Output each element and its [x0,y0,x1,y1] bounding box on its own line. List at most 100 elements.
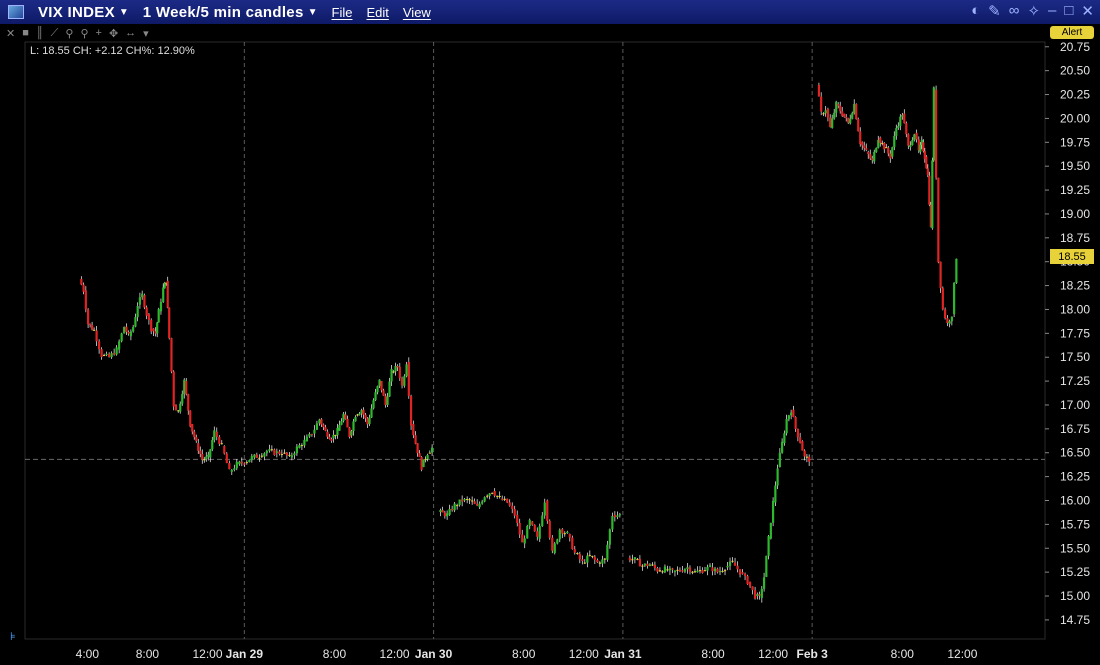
candle-body [877,140,880,148]
candle-body [939,261,942,289]
candle-body [760,588,763,598]
candle-body [743,573,747,576]
candle-body [177,410,180,412]
candle-body [608,529,611,545]
candle-body [591,555,594,557]
candle-body [778,452,781,468]
candle-body [716,568,719,573]
candle-body [145,307,148,316]
candle-body [691,571,694,573]
candle-body [843,113,846,117]
candle-body [741,572,744,574]
candle-body [228,463,231,470]
candle-body [488,493,491,497]
candle-body [847,118,850,123]
candle-body [376,386,379,393]
x-tick-label: Jan 31 [604,647,642,661]
candle-body [199,450,202,455]
candle-body [265,450,268,454]
candle-body [606,544,609,560]
candle-body [931,160,934,229]
candle-body [553,543,556,554]
candle-body [666,569,669,571]
candle-body [103,354,106,356]
candle-body [412,424,415,436]
candle-body [263,453,266,457]
candle-body [378,379,381,387]
candle-body [185,381,188,395]
candle-body [132,326,135,332]
candle-body [849,118,852,124]
price-chart[interactable]: 20.75 20.50 20.25 20.00 19.75 19.50 19.25 19.00… [0,0,1100,665]
candle-body [166,280,169,308]
candle-body [853,103,856,114]
candle-body [82,284,85,292]
candle-body [603,558,606,560]
candle-body [118,341,121,350]
candle-body [129,331,133,337]
candle-body [911,140,914,146]
candle-body [748,581,752,587]
candle-body [235,461,238,469]
candle-body [213,430,216,441]
candle-body [170,338,173,372]
scroll-handle-icon[interactable]: ⊧ [10,631,16,643]
candle-body [320,419,323,425]
candle-body [230,469,233,472]
candle-body [189,410,192,427]
candle-body [643,563,647,566]
candle-body [218,436,221,444]
candle-body [803,450,806,457]
candle-body [394,366,397,372]
plot-frame [24,41,1046,640]
candle-body [668,568,672,571]
candle-body [362,409,365,415]
candle-body [134,317,137,327]
candle-body [424,459,427,461]
candle-body [278,451,281,455]
candle-body [209,449,212,458]
candle-body [646,563,649,567]
candle-body [340,421,343,425]
candle-body [136,305,139,318]
candle-body [772,500,775,523]
candle-body [688,567,692,572]
last-price-label: 18.55 [1058,251,1086,263]
candle-body [611,516,614,530]
candle-body [641,565,644,567]
candle-body [422,459,425,468]
candle-body [796,428,799,438]
candle-body [628,557,631,561]
candle-body [315,423,319,430]
candle-body [342,413,345,422]
candle-body [909,145,912,148]
candle-body [885,147,888,149]
candle-body [426,454,429,460]
candle-body [280,454,283,456]
candle-body [95,330,98,342]
candle-body [290,455,293,458]
candle-body [703,570,707,572]
candle-body [441,510,444,513]
candle-body [801,441,804,451]
y-tick-label: 15.50 [1060,541,1090,555]
candle-body [396,366,399,368]
candle-body [372,400,375,409]
candle-body [368,417,371,425]
candle-body [179,403,182,412]
candle-body [576,553,579,555]
candle-body [191,424,194,432]
x-tick-label: 12:00 [569,647,599,661]
y-tick-label: 20.75 [1060,40,1090,54]
candle-body [197,443,200,451]
candle-body [573,549,576,553]
candle-body [356,414,359,416]
candle-body [683,569,687,572]
candle-body [785,419,788,434]
y-tick-label: 17.50 [1060,350,1090,364]
candle-body [808,456,811,462]
candle-body [496,495,499,497]
candle-body [295,446,298,454]
candle-body [756,594,759,597]
candle-body [258,457,261,459]
